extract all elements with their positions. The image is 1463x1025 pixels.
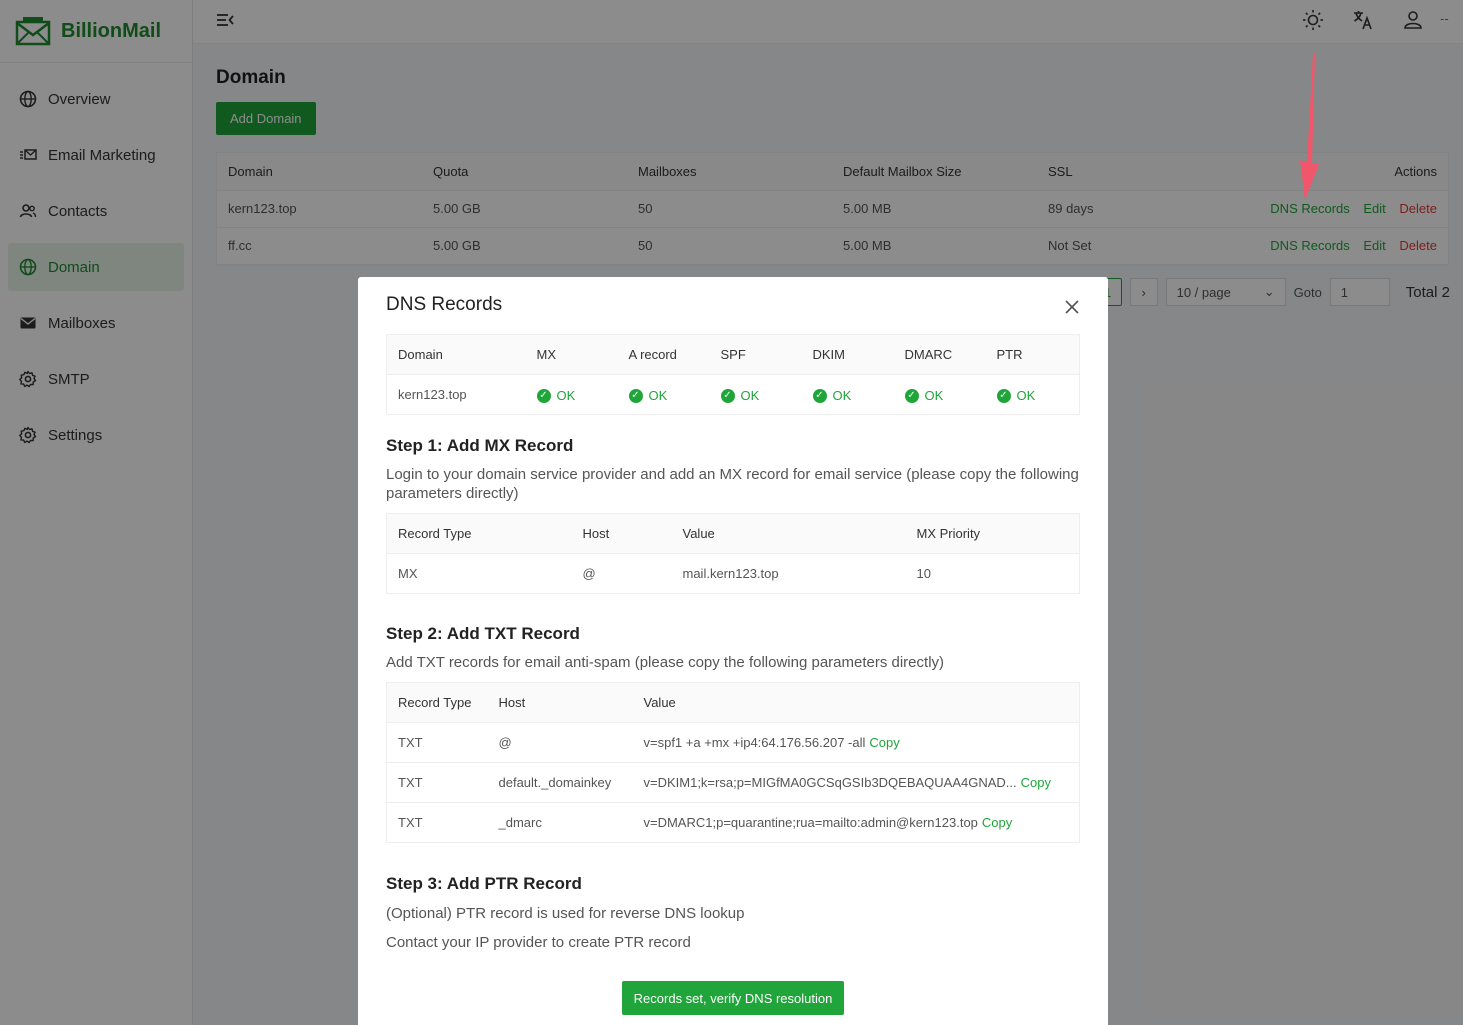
cell-host: default._domainkey: [487, 762, 633, 803]
table-row: TXT @ v=spf1 +a +mx +ip4:64.176.56.207 -…: [386, 722, 1080, 763]
cell-type: TXT: [386, 762, 488, 803]
cell-host: @: [487, 722, 633, 763]
cell-priority: 10: [905, 553, 1080, 594]
cell-spf-status: ✓ OK: [709, 374, 802, 415]
copy-button[interactable]: Copy: [982, 815, 1012, 830]
table-row: TXT default._domainkey v=DKIM1;k=rsa;p=M…: [386, 762, 1080, 803]
value-text: v=DKIM1;k=rsa;p=MIGfMA0GCSqGSIb3DQEBAQUA…: [643, 775, 1017, 790]
annotation-arrow-icon: [1300, 54, 1319, 200]
step2-description: Add TXT records for email anti-spam (ple…: [386, 654, 945, 671]
dns-status-table: Domain MX A record SPF DKIM DMARC PTR ke…: [386, 334, 1080, 415]
cell-dmarc-status: ✓ OK: [893, 374, 986, 415]
cell-type: TXT: [386, 802, 488, 843]
status-text: OK: [924, 388, 944, 404]
check-circle-icon: ✓: [628, 388, 643, 403]
col-record-type: Record Type: [386, 682, 488, 723]
txt-record-table: Record Type Host Value TXT @ v=spf1 +a +…: [386, 682, 1080, 843]
cell-value: mail.kern123.top: [671, 553, 906, 594]
cell-value: v=DKIM1;k=rsa;p=MIGfMA0GCSqGSIb3DQEBAQUA…: [632, 762, 1080, 803]
table-row: kern123.top ✓ OK ✓ OK ✓ OK ✓ OK ✓ OK ✓ OK: [386, 374, 1080, 415]
status-text: OK: [832, 388, 852, 404]
modal-title: DNS Records: [386, 294, 503, 315]
mx-record-table: Record Type Host Value MX Priority MX @ …: [386, 513, 1080, 594]
table-header-row: Domain MX A record SPF DKIM DMARC PTR: [386, 334, 1080, 375]
table-header-row: Record Type Host Value MX Priority: [386, 513, 1080, 554]
step1-title: Step 1: Add MX Record: [386, 436, 574, 455]
col-host: Host: [571, 513, 672, 554]
check-circle-icon: ✓: [812, 388, 827, 403]
status-text: OK: [648, 388, 668, 404]
copy-button[interactable]: Copy: [1021, 775, 1051, 790]
table-row: TXT _dmarc v=DMARC1;p=quarantine;rua=mai…: [386, 802, 1080, 843]
check-circle-icon: ✓: [536, 388, 551, 403]
cell-type: MX: [386, 553, 572, 594]
step3-line2: Contact your IP provider to create PTR r…: [386, 934, 691, 951]
col-mx: MX: [525, 334, 618, 375]
step2-title: Step 2: Add TXT Record: [386, 624, 580, 643]
table-header-row: Record Type Host Value: [386, 682, 1080, 723]
value-text: v=DMARC1;p=quarantine;rua=mailto:admin@k…: [643, 815, 978, 830]
status-text: OK: [1016, 388, 1036, 404]
col-host: Host: [487, 682, 633, 723]
step3-title: Step 3: Add PTR Record: [386, 874, 582, 893]
close-icon[interactable]: [1064, 299, 1080, 315]
col-a-record: A record: [617, 334, 710, 375]
cell-host: _dmarc: [487, 802, 633, 843]
copy-button[interactable]: Copy: [869, 735, 899, 750]
cell-a-status: ✓ OK: [617, 374, 710, 415]
cell-dkim-status: ✓ OK: [801, 374, 894, 415]
check-circle-icon: ✓: [996, 388, 1011, 403]
col-spf: SPF: [709, 334, 802, 375]
col-domain: Domain: [386, 334, 526, 375]
col-dmarc: DMARC: [893, 334, 986, 375]
step1-description: Login to your domain service provider an…: [386, 466, 1079, 502]
cell-value: v=DMARC1;p=quarantine;rua=mailto:admin@k…: [632, 802, 1080, 843]
step3-line1: (Optional) PTR record is used for revers…: [386, 905, 745, 922]
col-ptr: PTR: [985, 334, 1080, 375]
cell-host: @: [571, 553, 672, 594]
cell-domain: kern123.top: [386, 374, 526, 415]
verify-dns-button[interactable]: Records set, verify DNS resolution: [622, 981, 844, 1015]
col-value: Value: [671, 513, 906, 554]
col-value: Value: [632, 682, 1080, 723]
col-record-type: Record Type: [386, 513, 572, 554]
col-dkim: DKIM: [801, 334, 894, 375]
table-row: MX @ mail.kern123.top 10: [386, 553, 1080, 594]
cell-value: v=spf1 +a +mx +ip4:64.176.56.207 -all Cop…: [632, 722, 1080, 763]
col-mx-priority: MX Priority: [905, 513, 1080, 554]
status-text: OK: [556, 388, 576, 404]
value-text: v=spf1 +a +mx +ip4:64.176.56.207 -all: [643, 735, 866, 750]
status-text: OK: [740, 388, 760, 404]
cell-mx-status: ✓ OK: [525, 374, 618, 415]
cell-type: TXT: [386, 722, 488, 763]
cell-ptr-status: ✓ OK: [985, 374, 1080, 415]
check-circle-icon: ✓: [720, 388, 735, 403]
dns-records-modal: DNS Records Domain MX A record SPF DKIM …: [358, 277, 1108, 1025]
check-circle-icon: ✓: [904, 388, 919, 403]
